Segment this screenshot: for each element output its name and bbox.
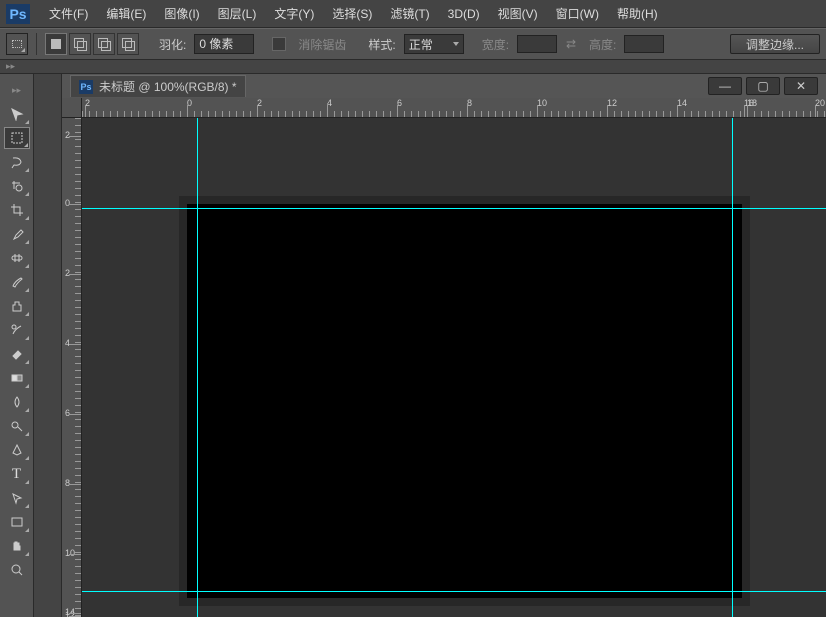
selection-intersect[interactable] <box>117 33 139 55</box>
menu-select[interactable]: 选择(S) <box>323 0 381 28</box>
ps-mini-icon: Ps <box>79 80 93 94</box>
swap-dimensions-icon[interactable]: ⇄ <box>561 34 581 54</box>
maximize-button[interactable]: ▢ <box>746 77 780 95</box>
chevron-down-icon <box>453 42 459 46</box>
canvas-wrapper: 20246810121416182022 202468101214 <box>62 98 826 617</box>
selection-mode-group <box>45 33 139 55</box>
app-logo: Ps <box>6 4 30 24</box>
document-tab[interactable]: Ps 未标题 @ 100%(RGB/8) * <box>70 75 246 97</box>
selection-new[interactable] <box>45 33 67 55</box>
height-input[interactable] <box>624 35 664 53</box>
panel-collapse-strip[interactable]: ▸▸ <box>0 60 826 74</box>
tool-rectangle[interactable] <box>4 511 30 533</box>
tool-crop[interactable] <box>4 199 30 221</box>
tool-healing[interactable] <box>4 247 30 269</box>
selection-add[interactable] <box>69 33 91 55</box>
tool-move[interactable] <box>4 103 30 125</box>
panel-gutter <box>34 74 62 617</box>
tool-blur[interactable] <box>4 391 30 413</box>
viewport[interactable] <box>82 118 826 617</box>
tool-quick-select[interactable] <box>4 175 30 197</box>
options-bar: 羽化: 0 像素 消除锯齿 样式: 正常 宽度: ⇄ 高度: 调整边缘... <box>0 28 826 60</box>
menu-layer[interactable]: 图层(L) <box>209 0 266 28</box>
tool-eraser[interactable] <box>4 343 30 365</box>
close-button[interactable]: ✕ <box>784 77 818 95</box>
style-label: 样式: <box>368 36 395 53</box>
guide-vertical[interactable] <box>732 118 733 617</box>
feather-label: 羽化: <box>159 36 186 53</box>
tool-dodge[interactable] <box>4 415 30 437</box>
tool-hand[interactable] <box>4 535 30 557</box>
tool-gradient[interactable] <box>4 367 30 389</box>
canvas[interactable] <box>187 204 742 598</box>
menu-image[interactable]: 图像(I) <box>155 0 208 28</box>
height-label: 高度: <box>589 36 616 53</box>
minimize-button[interactable]: — <box>708 77 742 95</box>
width-input[interactable] <box>517 35 557 53</box>
ruler-vertical[interactable]: 202468101214 <box>62 118 82 617</box>
tool-marquee[interactable] <box>4 127 30 149</box>
chevron-icon[interactable]: ▸▸ <box>4 79 30 101</box>
menu-filter[interactable]: 滤镜(T) <box>381 0 438 28</box>
guide-horizontal[interactable] <box>82 208 826 209</box>
antialias-checkbox[interactable] <box>272 37 286 51</box>
menu-file[interactable]: 文件(F) <box>40 0 97 28</box>
style-value: 正常 <box>409 36 433 53</box>
selection-subtract[interactable] <box>93 33 115 55</box>
tool-history-brush[interactable] <box>4 319 30 341</box>
tool-path-select[interactable] <box>4 487 30 509</box>
menu-type[interactable]: 文字(Y) <box>265 0 323 28</box>
document-tab-bar: Ps 未标题 @ 100%(RGB/8) * — ▢ ✕ <box>62 74 826 98</box>
antialias-label: 消除锯齿 <box>298 36 346 53</box>
tool-zoom[interactable] <box>4 559 30 581</box>
menu-window[interactable]: 窗口(W) <box>547 0 608 28</box>
tool-clone[interactable] <box>4 295 30 317</box>
menu-3d[interactable]: 3D(D) <box>439 0 489 28</box>
tool-lasso[interactable] <box>4 151 30 173</box>
tool-preset-picker[interactable] <box>6 33 28 55</box>
width-label: 宽度: <box>482 36 509 53</box>
menu-view[interactable]: 视图(V) <box>489 0 547 28</box>
menu-help[interactable]: 帮助(H) <box>608 0 667 28</box>
ruler-corner[interactable] <box>62 98 82 118</box>
menu-bar: Ps 文件(F) 编辑(E) 图像(I) 图层(L) 文字(Y) 选择(S) 滤… <box>0 0 826 28</box>
document-area: Ps 未标题 @ 100%(RGB/8) * — ▢ ✕ 20246810121… <box>62 74 826 617</box>
document-title: 未标题 @ 100%(RGB/8) * <box>99 78 237 95</box>
refine-edge-button[interactable]: 调整边缘... <box>730 34 820 54</box>
separator <box>36 33 37 55</box>
menu-edit[interactable]: 编辑(E) <box>97 0 155 28</box>
main-area: ▸▸ T Ps 未标题 @ 100%(RGB/8) * — <box>0 74 826 617</box>
guide-vertical[interactable] <box>197 118 198 617</box>
feather-input[interactable]: 0 像素 <box>194 34 254 54</box>
ruler-horizontal[interactable]: 20246810121416182022 <box>82 98 826 118</box>
tool-pen[interactable] <box>4 439 30 461</box>
tools-panel: ▸▸ T <box>0 74 34 617</box>
tool-eyedropper[interactable] <box>4 223 30 245</box>
style-select[interactable]: 正常 <box>404 34 464 54</box>
guide-horizontal[interactable] <box>82 591 826 592</box>
tool-brush[interactable] <box>4 271 30 293</box>
tool-type[interactable]: T <box>4 463 30 485</box>
